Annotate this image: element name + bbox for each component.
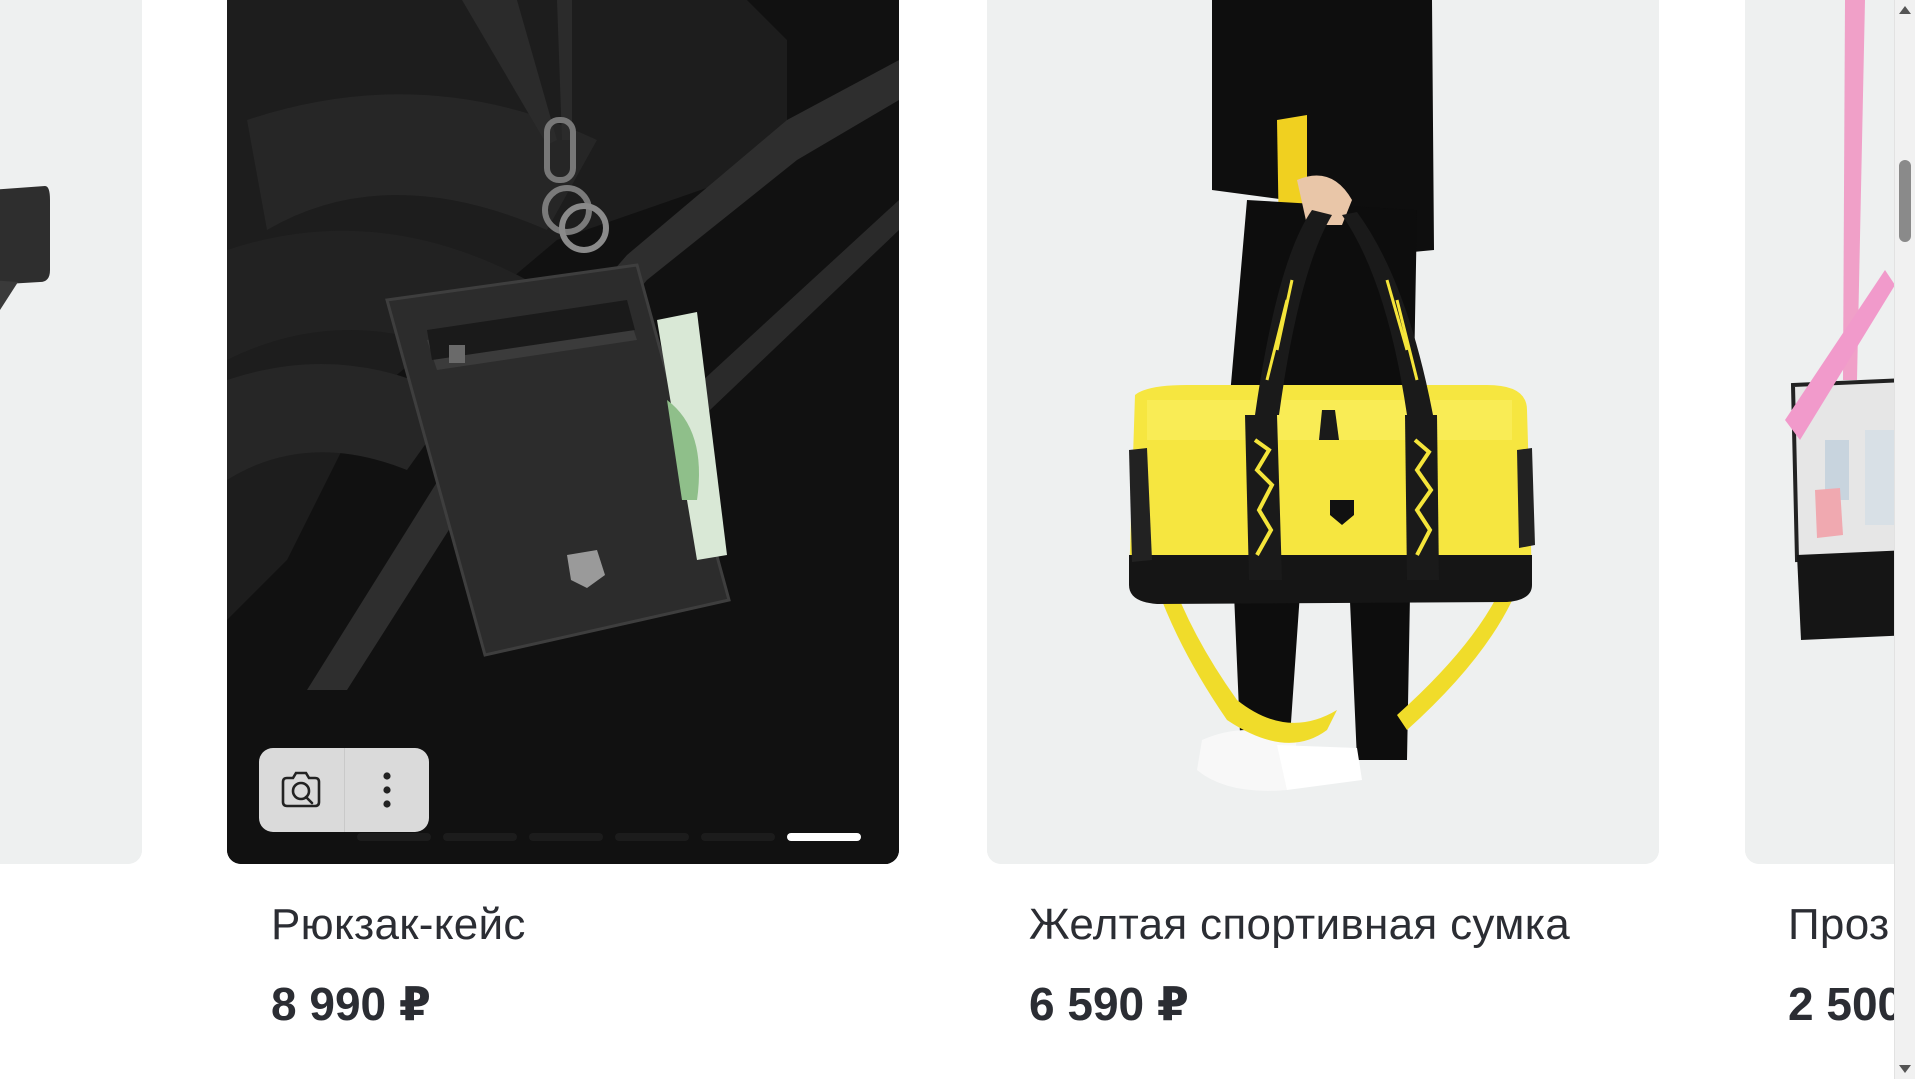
vertical-scrollbar[interactable] [1894, 0, 1915, 1079]
more-options-button[interactable] [345, 748, 430, 832]
carousel-dot[interactable] [529, 833, 603, 841]
carousel-dot[interactable] [615, 833, 689, 841]
product-title[interactable]: Желтая спортивная сумка [1029, 900, 1570, 950]
camera-search-button[interactable] [259, 748, 344, 832]
product-image[interactable] [1745, 0, 1895, 864]
image-actions [259, 748, 429, 832]
product-title[interactable]: Проз [1788, 900, 1889, 950]
camera-search-icon [281, 771, 321, 808]
image-carousel-indicator [357, 833, 861, 841]
product-photo [227, 0, 899, 864]
product-price: 6 590 ₽ [1029, 978, 1189, 1030]
carousel-dot[interactable] [443, 833, 517, 841]
product-image[interactable] [0, 0, 142, 864]
product-title[interactable]: Рюкзак-кейс [271, 900, 526, 950]
more-vertical-icon [383, 772, 391, 808]
carousel-dot[interactable] [701, 833, 775, 841]
product-image[interactable] [987, 0, 1659, 864]
carousel-dot[interactable] [357, 833, 431, 841]
product-price: 2 500 [1788, 978, 1895, 1030]
product-photo [987, 0, 1659, 864]
scroll-up-arrow-icon[interactable] [1899, 6, 1911, 14]
scroll-thumb[interactable] [1899, 160, 1911, 242]
scroll-down-arrow-icon[interactable] [1899, 1065, 1911, 1073]
product-photo [0, 0, 142, 864]
product-carousel: Рюкзак-кейс 8 990 ₽ Желтая спортивная су… [0, 0, 1895, 1079]
carousel-dot-active[interactable] [787, 833, 861, 841]
product-image[interactable] [227, 0, 899, 864]
product-price: 8 990 ₽ [271, 978, 431, 1030]
product-photo [1745, 0, 1895, 864]
